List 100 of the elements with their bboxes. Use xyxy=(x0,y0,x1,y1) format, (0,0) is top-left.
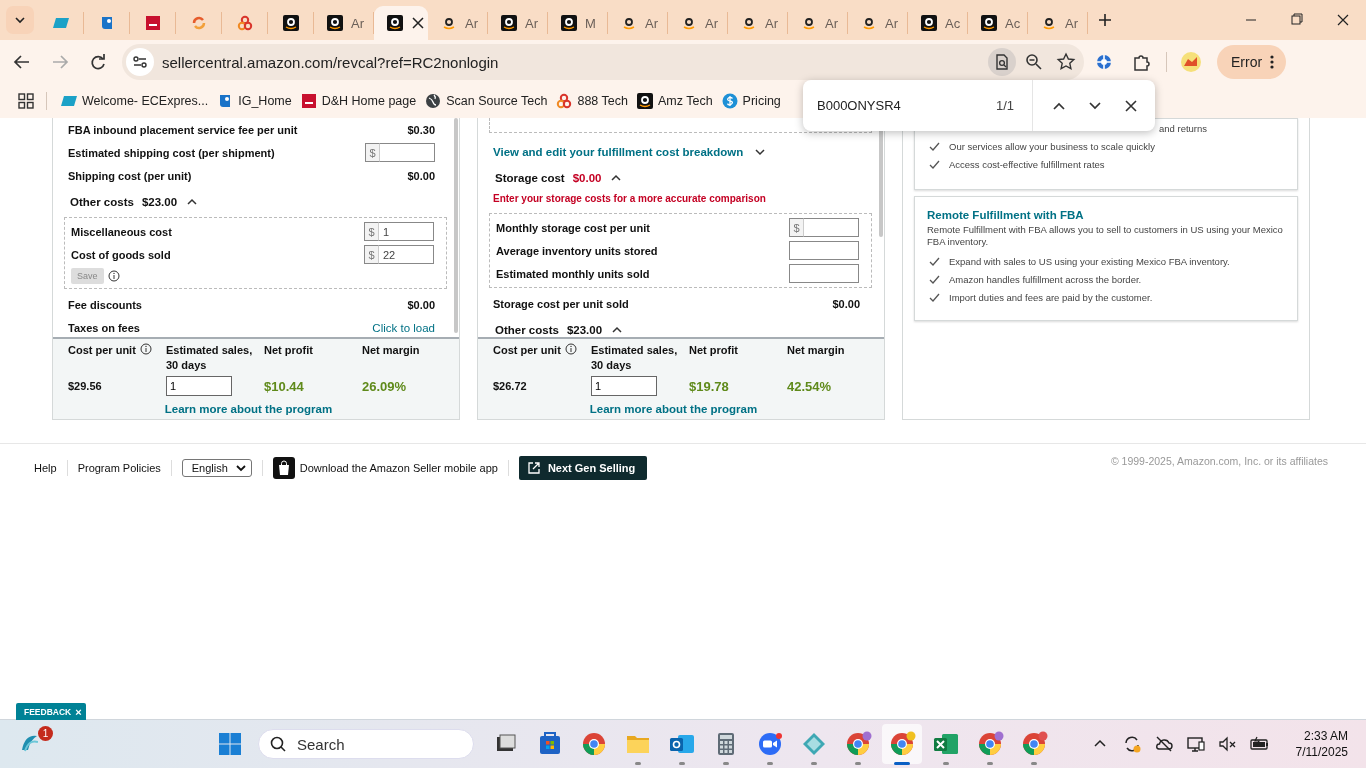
load-link[interactable]: Click to load xyxy=(372,321,435,334)
bookmark[interactable]: Amz Tech xyxy=(636,93,713,109)
logo-icon xyxy=(981,15,997,31)
section-amount: $23.00 xyxy=(141,196,178,208)
input-field[interactable] xyxy=(789,264,859,283)
check-icon xyxy=(929,256,940,266)
tab-list-button[interactable] xyxy=(6,6,34,34)
tab[interactable]: Ar xyxy=(668,12,728,34)
fee-label: FBA inbound placement service fee per unit xyxy=(68,123,298,136)
fee-label: Shipping cost (per unit) xyxy=(68,169,192,182)
find-in-page-icon[interactable] xyxy=(988,48,1016,76)
tab[interactable] xyxy=(374,6,428,40)
date-text: 7/11/2025 xyxy=(1295,744,1348,760)
bookmark[interactable]: Scan Source Tech xyxy=(425,93,548,109)
logo-icon xyxy=(621,15,637,31)
logo-icon xyxy=(282,15,299,31)
bookmark[interactable]: 888 Tech xyxy=(556,93,628,109)
learn-more-link[interactable]: Learn more about the program xyxy=(164,403,333,415)
site-info-icon[interactable] xyxy=(126,48,154,76)
clock[interactable]: 2:33 AM 7/11/2025 xyxy=(1295,728,1348,760)
tab[interactable]: Ac xyxy=(908,12,968,34)
new-tab-icon[interactable] xyxy=(1098,13,1112,27)
footer-link[interactable]: Program Policies xyxy=(77,462,161,474)
more-icon[interactable] xyxy=(1270,54,1275,70)
benefit-text: Our services allow your business to scale quickly xyxy=(949,140,1155,152)
benefit-text: Expand with sales to US using your existing Mexico FBA inventory. xyxy=(949,255,1230,267)
chevron-up-icon[interactable] xyxy=(611,174,622,182)
field-label: Estimated monthly units sold xyxy=(496,267,650,280)
chevron-down-icon[interactable] xyxy=(755,148,766,156)
logo-icon xyxy=(801,15,817,31)
benefit-text: and returns xyxy=(1159,122,1208,134)
cost-value: $26.72 xyxy=(493,379,528,394)
info-icon[interactable] xyxy=(564,343,577,355)
learn-more-link[interactable]: Learn more about the program xyxy=(589,403,758,415)
check-icon xyxy=(929,141,940,151)
sales-input[interactable]: 1 xyxy=(166,376,232,396)
fee-label: Storage cost per unit sold xyxy=(493,297,629,310)
input-field[interactable] xyxy=(804,218,859,237)
info-icon[interactable] xyxy=(107,270,120,282)
tab[interactable]: M xyxy=(548,12,608,34)
column-header: Net profit xyxy=(264,343,313,358)
globe-icon xyxy=(425,93,442,109)
logo-icon xyxy=(387,15,403,31)
column-header: Estimated sales, 30 days xyxy=(166,343,254,373)
app-download-link[interactable]: Download the Amazon Seller mobile app xyxy=(299,462,498,474)
find-field[interactable]: B000ONYSR4 xyxy=(811,98,987,113)
column-header: Net margin xyxy=(787,343,845,358)
input-field[interactable]: 22 xyxy=(379,245,434,264)
tab[interactable]: Ar xyxy=(428,12,488,34)
bookmark[interactable]: D&H Home page xyxy=(300,93,417,109)
close-icon[interactable] xyxy=(411,16,425,30)
chevron-up-icon[interactable] xyxy=(187,198,198,206)
tab[interactable]: Ar xyxy=(1028,12,1088,34)
tab[interactable]: Ac xyxy=(968,12,1028,34)
sales-input[interactable]: 1 xyxy=(591,376,657,396)
fee-value: $0.00 xyxy=(407,298,435,311)
bookmark[interactable]: IG_Home xyxy=(217,93,292,109)
apps-icon[interactable] xyxy=(18,93,34,109)
chevron-up-icon[interactable] xyxy=(612,326,623,334)
tab[interactable]: Ar xyxy=(728,12,788,34)
bookmark[interactable]: Welcome- ECExpres... xyxy=(61,93,209,109)
info-icon[interactable] xyxy=(139,343,152,355)
bookmark[interactable]: Pricing xyxy=(721,93,781,109)
close-button[interactable]: × xyxy=(75,705,82,718)
benefit-text: Import duties and fees are paid by the customer. xyxy=(949,291,1153,303)
input-field[interactable] xyxy=(789,241,859,260)
logo-icon xyxy=(1041,15,1057,31)
logo-icon xyxy=(441,15,457,31)
input-field[interactable]: 1 xyxy=(379,222,434,241)
address-bar[interactable]: sellercentral.amazon.com/revcal?ref=RC2nonlogin xyxy=(122,44,1084,80)
fee-label: Taxes on fees xyxy=(68,321,140,334)
tab[interactable]: Ar xyxy=(314,12,374,34)
external-link-icon xyxy=(527,462,540,474)
profile-button[interactable]: Error xyxy=(1217,45,1287,79)
next-gen-button[interactable]: Next Gen Selling xyxy=(518,456,648,480)
logo-icon xyxy=(190,15,207,31)
language-select[interactable]: English xyxy=(181,459,252,477)
chrome-icon[interactable] xyxy=(882,724,922,764)
benefit-text: Amazon handles fulfillment across the border. xyxy=(949,273,1142,285)
chevron-down-icon[interactable] xyxy=(1089,101,1101,110)
notification-badge: 1 xyxy=(38,726,53,741)
tab[interactable]: Ar xyxy=(488,12,548,34)
search-field[interactable]: Search xyxy=(258,729,474,759)
breakdown-link[interactable]: View and edit your fulfillment cost breakdown xyxy=(493,146,744,158)
close-icon[interactable] xyxy=(1125,99,1137,112)
footer-link[interactable]: Help xyxy=(34,462,57,474)
cost-value: $29.56 xyxy=(68,379,103,394)
profit-value: $19.78 xyxy=(689,377,730,396)
tab[interactable]: Ar xyxy=(848,12,908,34)
feedback-tab[interactable]: FEEDBACK × xyxy=(16,703,86,720)
check-icon xyxy=(929,292,940,302)
fee-value: $0.00 xyxy=(832,297,860,310)
field-label: Estimated shipping cost (per shipment) xyxy=(68,146,275,159)
tab[interactable]: Ar xyxy=(788,12,848,34)
copyright-text: © 1999-2025, Amazon.com, Inc. or its affiliates xyxy=(1110,455,1328,467)
card-title: Remote Fulfillment with FBA xyxy=(927,209,1085,221)
chevron-up-icon[interactable] xyxy=(1053,101,1065,110)
profit-value: $10.44 xyxy=(264,377,305,396)
tab[interactable]: Ar xyxy=(608,12,668,34)
input-field[interactable] xyxy=(380,143,435,162)
